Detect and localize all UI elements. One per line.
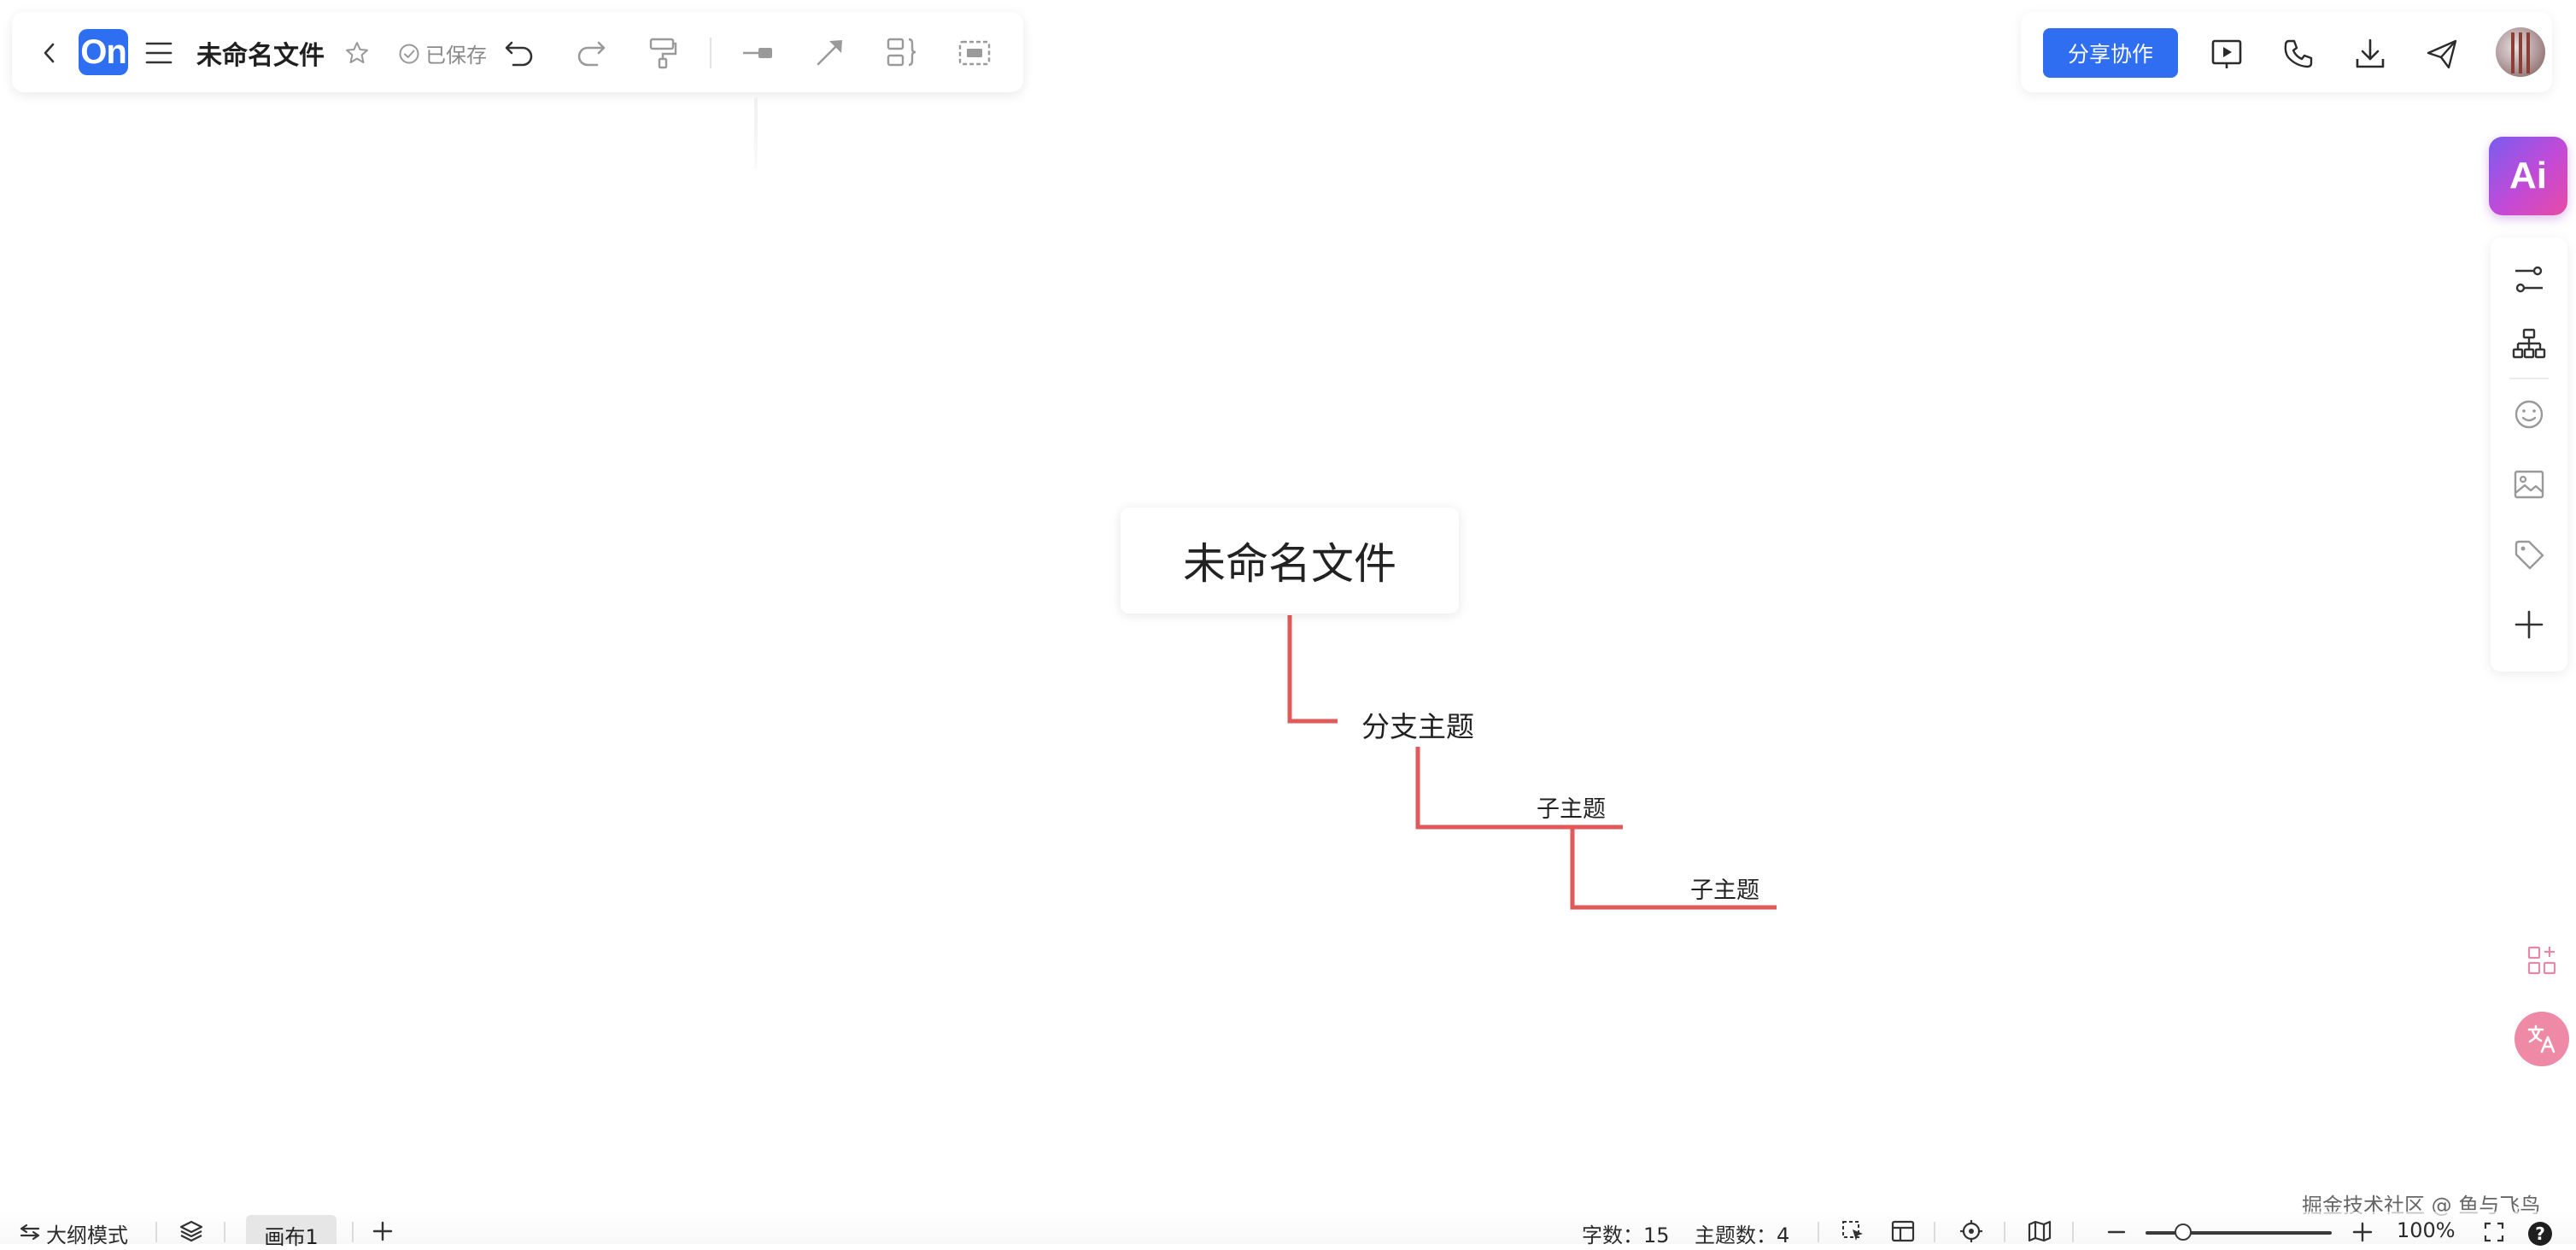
bottom-divider [1818, 1222, 1819, 1242]
bottom-divider [1934, 1222, 1935, 1242]
zoom-slider-thumb[interactable] [2174, 1224, 2192, 1241]
ai-assistant-button[interactable]: Ai [2489, 137, 2567, 215]
zoom-level[interactable]: 100% [2397, 1218, 2456, 1242]
share-collaborate-button[interactable]: 分享协作 [2043, 28, 2178, 78]
sidebar-divider [2509, 378, 2549, 379]
zoom-in-icon[interactable] [2349, 1220, 2376, 1244]
right-sidebar [2491, 238, 2567, 672]
add-canvas-icon[interactable] [369, 1218, 396, 1244]
call-icon[interactable] [2277, 32, 2320, 75]
boundary-icon[interactable] [955, 34, 994, 72]
bottom-divider [2004, 1222, 2005, 1242]
bottom-divider [2072, 1222, 2074, 1242]
apps-icon[interactable] [2515, 933, 2569, 988]
sub-topic[interactable]: 子主题 [1537, 790, 1606, 824]
back-icon[interactable] [36, 36, 63, 70]
outline-mode-icon[interactable] [17, 1220, 43, 1244]
minimap-icon[interactable] [2024, 1218, 2055, 1244]
app-logo[interactable]: On [79, 29, 128, 75]
toolbar-divider [710, 38, 711, 68]
select-tool-icon[interactable] [1838, 1218, 1869, 1244]
menu-icon[interactable] [142, 36, 176, 70]
translate-icon[interactable] [2515, 1012, 2569, 1066]
download-icon[interactable] [2349, 32, 2392, 75]
redo-icon[interactable] [572, 34, 610, 72]
top-toolbar: On 未命名文件 已保存 [12, 12, 1023, 92]
image-icon[interactable] [2508, 463, 2550, 506]
connector-icon[interactable] [740, 34, 777, 72]
summary-icon[interactable] [883, 32, 922, 72]
fullscreen-icon[interactable] [2480, 1220, 2508, 1244]
bottom-divider [352, 1222, 354, 1242]
undo-icon[interactable] [501, 34, 538, 72]
tag-icon[interactable] [2508, 533, 2550, 576]
zoom-out-icon[interactable] [2103, 1220, 2130, 1244]
sub-topic[interactable]: 子主题 [1690, 871, 1759, 905]
bottom-divider [224, 1222, 225, 1242]
help-button[interactable]: ? [2528, 1222, 2552, 1246]
top-right-toolbar: 分享协作 [2021, 12, 2552, 92]
arrow-line-icon[interactable] [811, 32, 849, 72]
check-circle-icon [399, 44, 419, 63]
root-topic[interactable]: 未命名文件 [1121, 508, 1459, 613]
connector-root-branch [1287, 615, 1338, 724]
locate-icon[interactable] [1956, 1218, 1987, 1244]
present-icon[interactable] [2205, 32, 2248, 75]
branch-topic[interactable]: 分支主题 [1361, 704, 1474, 745]
relationship-icon[interactable] [2508, 258, 2550, 301]
bottom-divider [155, 1222, 157, 1242]
user-avatar[interactable] [2496, 27, 2545, 77]
emoji-icon[interactable] [2508, 393, 2550, 436]
format-painter-icon[interactable] [644, 34, 682, 72]
canvas-tab[interactable]: 画布1 [246, 1215, 337, 1249]
toolbar-shadow-divider [754, 97, 758, 169]
send-icon[interactable] [2421, 32, 2463, 75]
layout-icon[interactable] [1888, 1218, 1918, 1244]
structure-icon[interactable] [2508, 323, 2550, 366]
layers-icon[interactable] [176, 1218, 207, 1244]
save-status: 已保存 [398, 38, 487, 68]
star-icon[interactable] [342, 38, 372, 68]
mindmap-connectors [1287, 615, 1777, 910]
save-status-label: 已保存 [425, 44, 487, 67]
add-icon[interactable] [2508, 603, 2550, 646]
zoom-slider[interactable] [2146, 1231, 2332, 1235]
document-title[interactable]: 未命名文件 [196, 34, 325, 72]
